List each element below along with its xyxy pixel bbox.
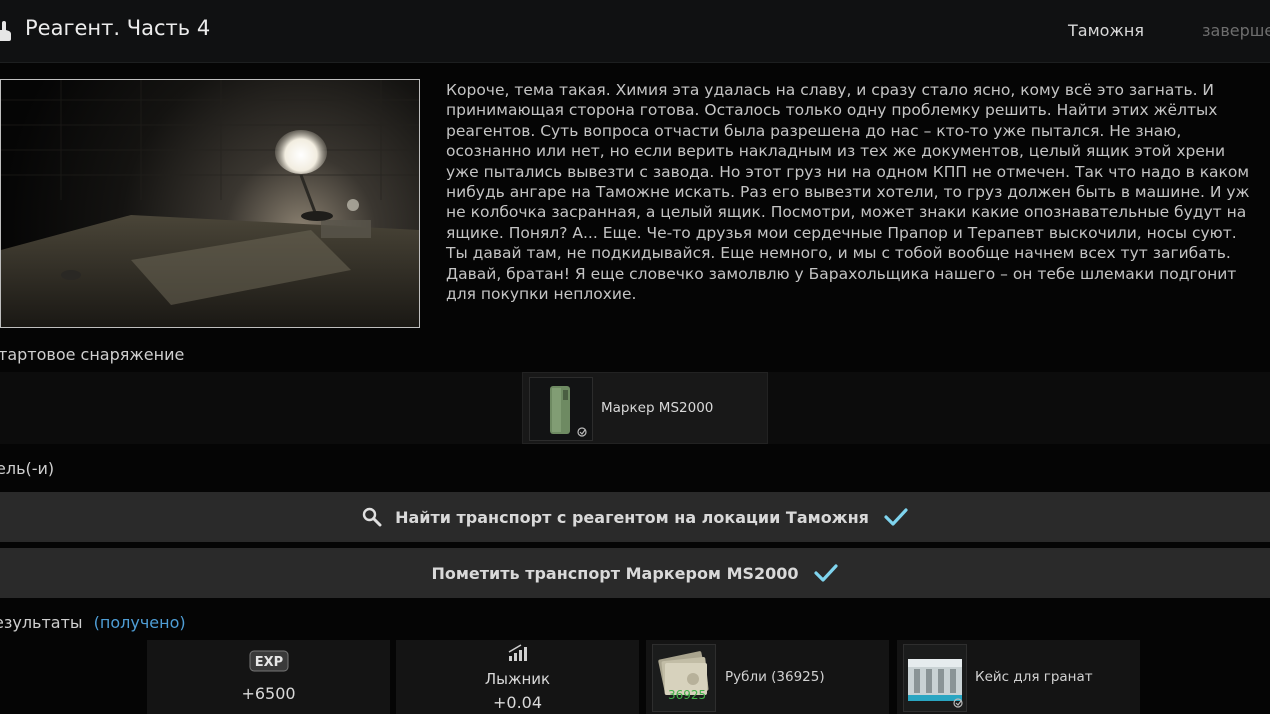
briefing-image (0, 79, 420, 328)
reward-trader-name: Лыжник (484, 670, 551, 688)
objective-text: Пометить транспорт Маркером MS2000 (431, 563, 799, 583)
description-line: ящике. Понял? А... Еще. Че-то друзья мои… (446, 223, 1237, 242)
description-line: Ты давай там, не подкидывайся. Еще немно… (446, 244, 1231, 263)
objective-text: Найти транспорт с реагентом на локации Т… (395, 507, 869, 527)
reward-item-name: Кейс для гранат (975, 669, 1093, 685)
description-line: нибудь ангаре на Таможне искать. Раз его… (446, 183, 1250, 202)
marker-item-icon (529, 377, 593, 441)
search-icon (362, 507, 382, 527)
quest-header: Реагент. Часть 4 Таможня заверше (0, 0, 1270, 63)
reward-exp-value: +6500 (241, 684, 296, 703)
quest-location: Таможня (1068, 21, 1144, 40)
standing-icon (508, 644, 527, 661)
pointing-hand-icon (0, 21, 11, 41)
description-line: для покупки неплохие. (446, 285, 637, 304)
rubles-stack-count: 36925 (668, 688, 707, 702)
description-line: принимающая сторона готова. Осталось тол… (446, 101, 1218, 120)
description-line: Короче, тема такая. Химия эта удалась на… (446, 81, 1215, 99)
rewards-title: езультаты (0, 613, 83, 632)
reward-standing[interactable]: Лыжник +0.04 (396, 640, 639, 714)
rewards-label: езультаты (получено) (0, 613, 186, 632)
starting-gear-label: тартовое снаряжение (0, 345, 185, 364)
checkmark-icon (884, 508, 908, 526)
quest-status: заверше (1202, 21, 1270, 40)
reward-rubles[interactable]: 36925 Рубли (36925) (646, 640, 889, 714)
starting-gear-item-name: Маркер MS2000 (601, 400, 714, 416)
description-line: осознанно или нет, но если верить наклад… (446, 142, 1226, 161)
description-line: реагентов. Суть вопроса отчасти была раз… (446, 121, 1182, 140)
reward-item[interactable]: Кейс для гранат (897, 640, 1140, 714)
quest-title: Реагент. Часть 4 (25, 16, 211, 40)
starting-gear-item[interactable]: Маркер MS2000 (522, 372, 768, 444)
grenade-case-icon (903, 644, 967, 712)
exp-badge-text: EXP (255, 655, 283, 670)
objective-row[interactable]: Найти транспорт с реагентом на локации Т… (0, 492, 1270, 542)
rewards-received-status: (получено) (93, 613, 186, 632)
description-line: уже пытались вывезти с завода. Но этот г… (446, 162, 1250, 181)
reward-exp[interactable]: EXP +6500 (147, 640, 390, 714)
exp-icon: EXP (249, 650, 289, 672)
description-line: Давай, братан! Я еще словечко замолвлю у… (446, 264, 1237, 283)
reward-standing-value: +0.04 (492, 693, 543, 712)
checkmark-icon (813, 564, 838, 582)
objectives-label: ель(-и) (0, 459, 55, 478)
objective-row[interactable]: Пометить транспорт Маркером MS2000 (0, 548, 1270, 598)
reward-rubles-name: Рубли (36925) (725, 669, 825, 685)
description-line: не колбочка засранная, а целый ящик. Пос… (446, 203, 1247, 222)
quest-description: Короче, тема такая. Химия эта удалась на… (446, 80, 1270, 304)
